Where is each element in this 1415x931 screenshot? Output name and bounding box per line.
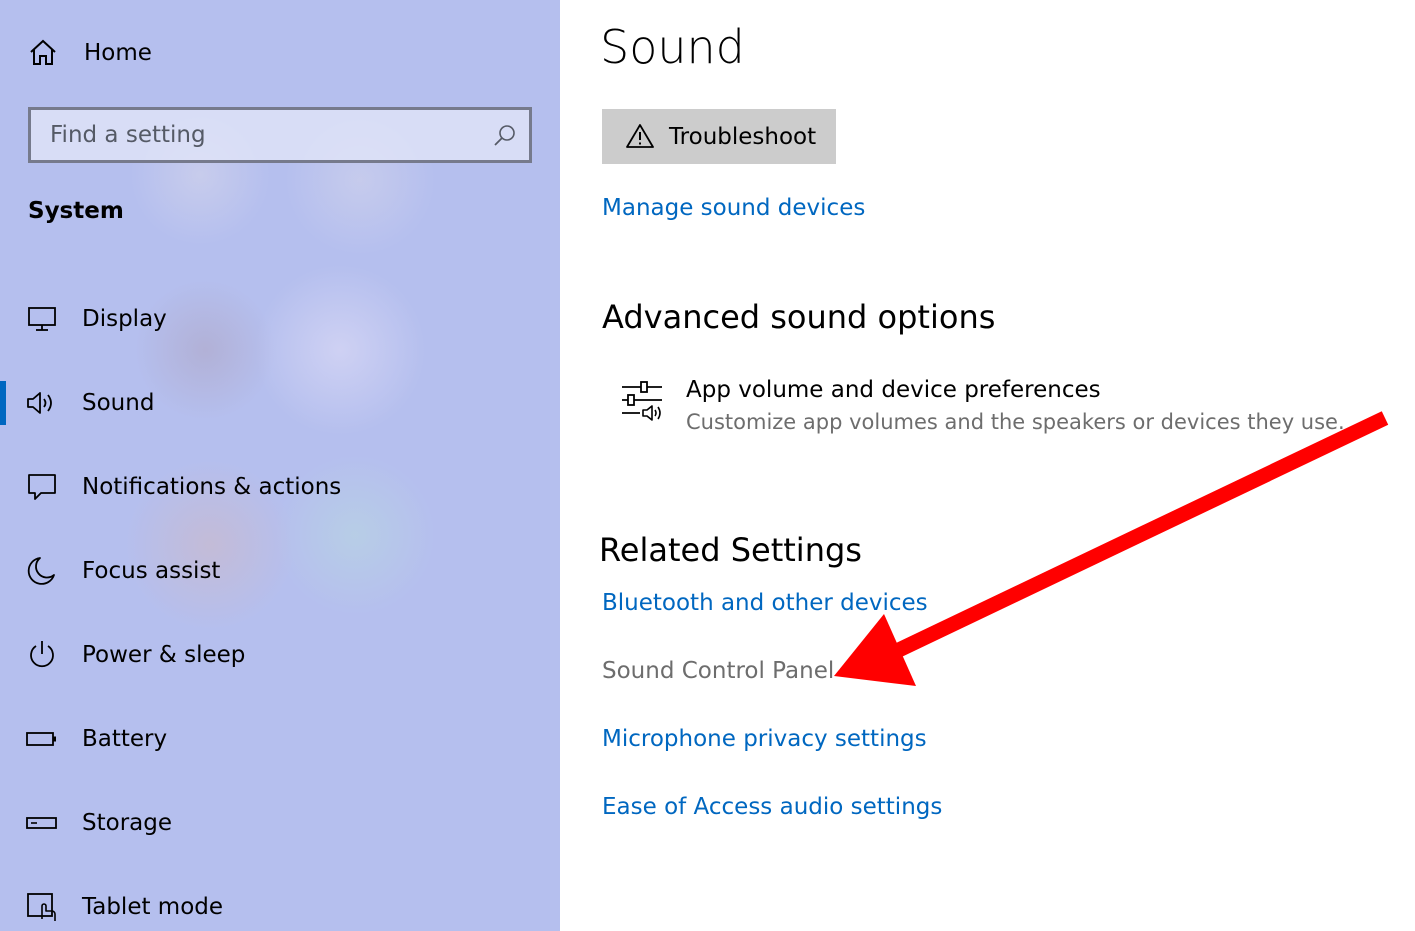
sidebar-item-power-sleep[interactable]: Power & sleep bbox=[0, 627, 560, 683]
warning-icon bbox=[625, 122, 655, 150]
monitor-icon bbox=[25, 303, 59, 335]
selected-indicator bbox=[0, 381, 6, 425]
sidebar-item-storage[interactable]: Storage bbox=[0, 795, 560, 851]
home-nav-item[interactable]: Home bbox=[28, 30, 152, 76]
sidebar-item-notifications[interactable]: Notifications & actions bbox=[0, 459, 560, 515]
sidebar-item-display[interactable]: Display bbox=[0, 291, 560, 347]
search-input[interactable] bbox=[31, 110, 490, 160]
moon-icon bbox=[25, 555, 59, 587]
sidebar-item-label: Storage bbox=[82, 810, 172, 836]
app-volume-mixer-icon bbox=[620, 378, 666, 424]
main-content: Sound Troubleshoot Manage sound devices … bbox=[560, 0, 1415, 931]
related-settings-heading: Related Settings bbox=[599, 531, 862, 569]
sidebar-item-label: Sound bbox=[82, 390, 155, 416]
home-label: Home bbox=[84, 40, 152, 66]
app-volume-preferences-item[interactable]: App volume and device preferences Custom… bbox=[620, 374, 1345, 444]
section-title: System bbox=[28, 198, 124, 224]
sidebar-item-label: Battery bbox=[82, 726, 168, 752]
manage-sound-devices-link[interactable]: Manage sound devices bbox=[602, 195, 865, 221]
search-box bbox=[28, 107, 532, 163]
search-icon[interactable] bbox=[493, 123, 517, 147]
sidebar-item-sound[interactable]: Sound bbox=[0, 375, 560, 431]
ease-of-access-audio-link[interactable]: Ease of Access audio settings bbox=[602, 794, 942, 820]
battery-icon bbox=[25, 723, 59, 755]
sidebar-item-tablet-mode[interactable]: Tablet mode bbox=[0, 879, 560, 931]
sidebar-item-label: Tablet mode bbox=[82, 894, 224, 920]
sound-control-panel-link[interactable]: Sound Control Panel bbox=[602, 658, 834, 684]
microphone-privacy-link[interactable]: Microphone privacy settings bbox=[602, 726, 927, 752]
sidebar-item-focus-assist[interactable]: Focus assist bbox=[0, 543, 560, 599]
sidebar-item-label: Display bbox=[82, 306, 167, 332]
settings-window: Home System Displ bbox=[0, 0, 1415, 931]
sidebar-item-label: Power & sleep bbox=[82, 642, 246, 668]
sidebar-item-battery[interactable]: Battery bbox=[0, 711, 560, 767]
sidebar-item-label: Focus assist bbox=[82, 558, 221, 584]
troubleshoot-button[interactable]: Troubleshoot bbox=[602, 109, 836, 164]
storage-icon bbox=[25, 807, 59, 839]
app-volume-description: Customize app volumes and the speakers o… bbox=[686, 410, 1345, 434]
app-volume-title: App volume and device preferences bbox=[686, 377, 1101, 403]
sidebar: Home System Displ bbox=[0, 0, 560, 931]
advanced-sound-options-heading: Advanced sound options bbox=[602, 298, 996, 336]
tablet-mode-icon bbox=[25, 891, 59, 923]
troubleshoot-label: Troubleshoot bbox=[669, 123, 817, 150]
page-title: Sound bbox=[600, 20, 745, 74]
home-icon bbox=[28, 38, 58, 68]
bluetooth-devices-link[interactable]: Bluetooth and other devices bbox=[602, 590, 928, 616]
notification-icon bbox=[25, 471, 59, 503]
speaker-icon bbox=[25, 387, 59, 419]
sidebar-item-label: Notifications & actions bbox=[82, 474, 342, 500]
power-icon bbox=[25, 639, 59, 671]
